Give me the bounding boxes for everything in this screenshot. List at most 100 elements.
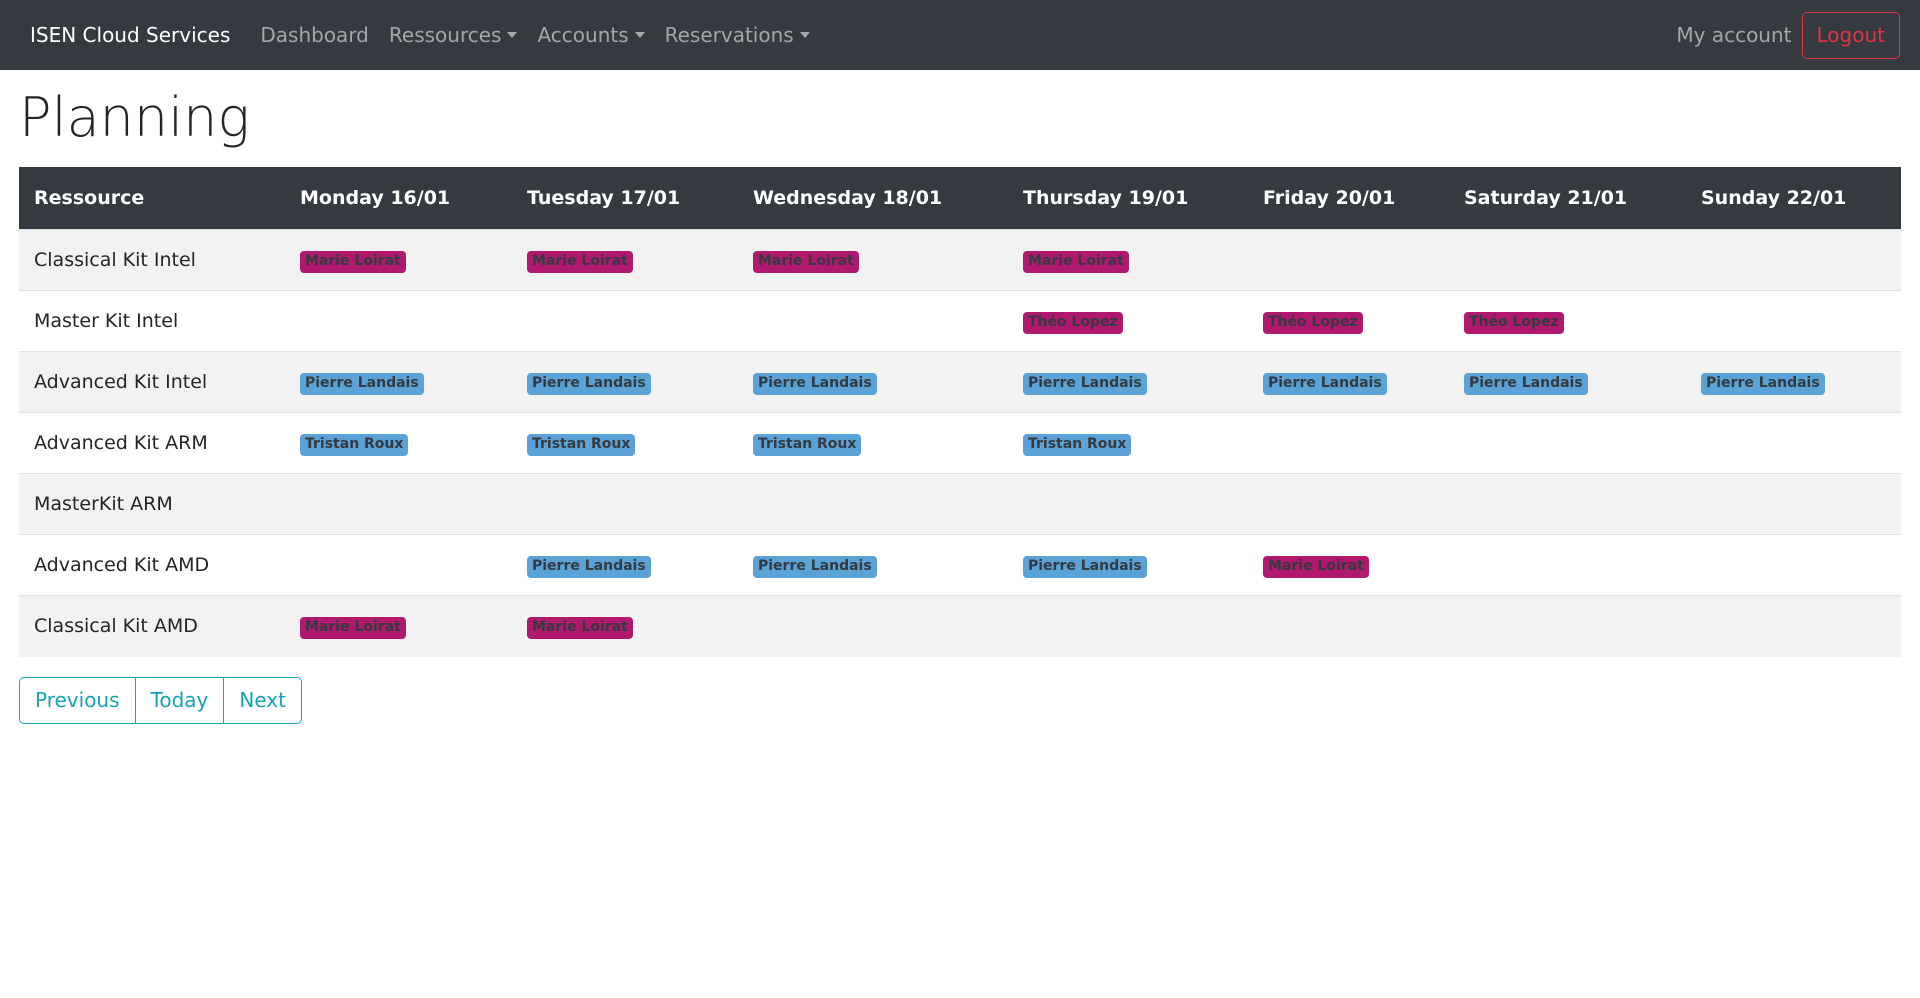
planning-table-body: Classical Kit Intel Marie Loirat Marie Loi… — [19, 229, 1901, 657]
logout-button[interactable]: Logout — [1801, 11, 1900, 59]
day-cell — [285, 290, 512, 352]
reservation-badge[interactable]: Tristan Roux — [1023, 433, 1132, 456]
day-cell — [738, 290, 1008, 352]
previous-button[interactable]: Previous — [19, 676, 136, 724]
day-cell: Marie Loirat — [285, 229, 512, 291]
reservation-badge[interactable]: Pierre Landais — [1263, 372, 1387, 395]
brand-link[interactable]: ISEN Cloud Services — [30, 23, 230, 47]
day-cell — [1008, 473, 1248, 535]
column-header-day: Tuesday 17/01 — [512, 166, 738, 230]
reservation-badge[interactable]: Marie Loirat — [1263, 555, 1369, 578]
caret-down-icon — [634, 32, 645, 38]
reservation-badge[interactable]: Pierre Landais — [1701, 372, 1825, 395]
nav-ressources-dropdown[interactable]: Ressources — [379, 23, 528, 47]
day-cell — [285, 473, 512, 535]
top-navbar: ISEN Cloud Services Dashboard Ressources… — [0, 0, 1920, 70]
reservation-badge[interactable]: Marie Loirat — [300, 250, 406, 273]
resource-name-cell: Advanced Kit ARM — [19, 412, 285, 474]
reservation-badge[interactable]: Marie Loirat — [753, 250, 859, 273]
column-header-day: Wednesday 18/01 — [738, 166, 1008, 230]
reservation-badge[interactable]: Théo Lopez — [1023, 311, 1123, 334]
day-cell — [1248, 412, 1449, 474]
column-header-ressource: Ressource — [19, 166, 285, 230]
reservation-badge[interactable]: Tristan Roux — [527, 433, 636, 456]
day-cell: Pierre Landais — [1449, 351, 1686, 413]
reservation-badge[interactable]: Pierre Landais — [1464, 372, 1588, 395]
reservation-badge[interactable]: Théo Lopez — [1464, 311, 1564, 334]
day-cell: Théo Lopez — [1008, 290, 1248, 352]
day-cell: Tristan Roux — [738, 412, 1008, 474]
nav-accounts-dropdown[interactable]: Accounts — [527, 23, 654, 47]
reservation-badge[interactable]: Théo Lopez — [1263, 311, 1363, 334]
day-cell: Pierre Landais — [285, 351, 512, 413]
reservation-badge[interactable]: Tristan Roux — [300, 433, 409, 456]
nav-dashboard[interactable]: Dashboard — [250, 23, 379, 47]
today-button[interactable]: Today — [134, 676, 225, 724]
reservation-badge[interactable]: Tristan Roux — [753, 433, 862, 456]
column-header-day: Saturday 21/01 — [1449, 166, 1686, 230]
column-header-day: Monday 16/01 — [285, 166, 512, 230]
nav-ressources-label: Ressources — [388, 23, 502, 47]
day-cell — [512, 290, 738, 352]
reservation-badge[interactable]: Pierre Landais — [527, 555, 651, 578]
table-row: Master Kit Intel Théo Lopez Théo Lopez Théo… — [19, 290, 1901, 352]
resource-name-cell: Classical Kit AMD — [19, 595, 285, 657]
day-cell: Marie Loirat — [512, 595, 738, 657]
day-cell — [1686, 473, 1901, 535]
day-cell — [1686, 290, 1901, 352]
day-cell — [1449, 473, 1686, 535]
reservation-badge[interactable]: Pierre Landais — [1023, 555, 1147, 578]
resource-name-cell: Master Kit Intel — [19, 290, 285, 352]
day-cell: Pierre Landais — [1008, 534, 1248, 596]
page-title: Planning — [19, 86, 250, 149]
resource-name-cell: Advanced Kit Intel — [19, 351, 285, 413]
column-header-day: Friday 20/01 — [1248, 166, 1449, 230]
week-pagination: Previous Today Next — [19, 676, 1901, 724]
planning-table: Ressource Monday 16/01 Tuesday 17/01 Wednes… — [19, 166, 1901, 657]
reservation-badge[interactable]: Pierre Landais — [753, 372, 877, 395]
reservation-badge[interactable]: Pierre Landais — [1023, 372, 1147, 395]
day-cell: Marie Loirat — [285, 595, 512, 657]
day-cell: Théo Lopez — [1449, 290, 1686, 352]
my-account-link[interactable]: My account — [1666, 23, 1801, 47]
day-cell — [1686, 412, 1901, 474]
resource-name-cell: MasterKit ARM — [19, 473, 285, 535]
table-row: MasterKit ARM — [19, 473, 1901, 535]
table-row: Advanced Kit Intel Pierre Landais Pierre L… — [19, 351, 1901, 413]
reservation-badge[interactable]: Marie Loirat — [300, 616, 406, 639]
day-cell: Pierre Landais — [1008, 351, 1248, 413]
table-row: Advanced Kit ARM Tristan Roux Tristan Roux… — [19, 412, 1901, 474]
reservation-badge[interactable]: Pierre Landais — [753, 555, 877, 578]
column-header-day: Thursday 19/01 — [1008, 166, 1248, 230]
reservation-badge[interactable]: Marie Loirat — [1023, 250, 1129, 273]
day-cell: Tristan Roux — [512, 412, 738, 474]
day-cell: Marie Loirat — [512, 229, 738, 291]
caret-down-icon — [799, 32, 810, 38]
next-button[interactable]: Next — [223, 676, 302, 724]
day-cell: Marie Loirat — [1008, 229, 1248, 291]
table-row: Classical Kit AMD Marie Loirat Marie Loira… — [19, 595, 1901, 657]
reservation-badge[interactable]: Marie Loirat — [527, 616, 633, 639]
day-cell: Tristan Roux — [285, 412, 512, 474]
day-cell: Pierre Landais — [512, 534, 738, 596]
day-cell — [285, 534, 512, 596]
day-cell — [1008, 595, 1248, 657]
resource-name-cell: Advanced Kit AMD — [19, 534, 285, 596]
table-row: Classical Kit Intel Marie Loirat Marie Loi… — [19, 229, 1901, 291]
day-cell: Marie Loirat — [1248, 534, 1449, 596]
reservation-badge[interactable]: Pierre Landais — [527, 372, 651, 395]
day-cell: Pierre Landais — [738, 534, 1008, 596]
nav-right-group: My account Logout — [1666, 11, 1900, 59]
day-cell — [512, 473, 738, 535]
nav-accounts-label: Accounts — [537, 23, 629, 47]
day-cell: Pierre Landais — [738, 351, 1008, 413]
reservation-badge[interactable]: Pierre Landais — [300, 372, 424, 395]
day-cell — [1449, 229, 1686, 291]
reservation-badge[interactable]: Marie Loirat — [527, 250, 633, 273]
resource-name-cell: Classical Kit Intel — [19, 229, 285, 291]
day-cell: Tristan Roux — [1008, 412, 1248, 474]
nav-reservations-dropdown[interactable]: Reservations — [655, 23, 820, 47]
day-cell — [1248, 595, 1449, 657]
day-cell — [1248, 229, 1449, 291]
day-cell — [1449, 534, 1686, 596]
